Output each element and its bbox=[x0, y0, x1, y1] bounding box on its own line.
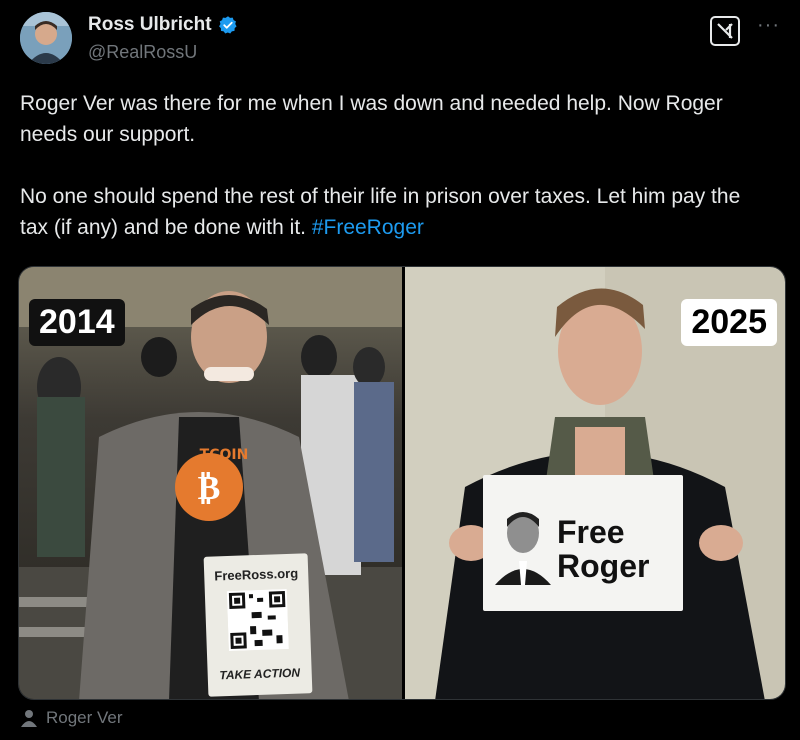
sign-site-text: FreeRoss.org bbox=[214, 565, 299, 584]
year-badge-2025: 2025 bbox=[681, 299, 777, 346]
freeross-sign: FreeRoss.org TAKE ACTION bbox=[203, 553, 313, 697]
photo-2025[interactable]: 2025 Free Roger bbox=[405, 267, 785, 699]
verified-badge-icon bbox=[218, 16, 237, 34]
more-icon[interactable]: ··· bbox=[757, 14, 780, 37]
grok-icon[interactable] bbox=[710, 16, 740, 46]
sign-action-text: TAKE ACTION bbox=[219, 665, 301, 683]
qr-code-icon bbox=[226, 588, 289, 652]
person-icon bbox=[21, 710, 37, 727]
tweet-media[interactable]: ₿ TCOIN 2014 FreeRoss.org TAKE ACTION 20… bbox=[18, 266, 786, 700]
tweet-body: Roger Ver was there for me when I was do… bbox=[20, 88, 770, 243]
hashtag-link[interactable]: #FreeRoger bbox=[312, 216, 424, 239]
roger-portrait-icon bbox=[495, 512, 551, 585]
svg-text:₿: ₿ bbox=[198, 468, 221, 508]
sign-free-roger-text: Free Roger bbox=[557, 514, 650, 584]
shirt-text: TCOIN bbox=[200, 447, 249, 463]
free-roger-sign: Free Roger bbox=[483, 475, 683, 611]
tweet-paragraph-1: Roger Ver was there for me when I was do… bbox=[20, 92, 723, 146]
author-avatar[interactable] bbox=[20, 12, 72, 64]
year-badge-2014: 2014 bbox=[29, 299, 125, 346]
media-tag[interactable]: Roger Ver bbox=[20, 708, 123, 728]
tweet-header: Ross Ulbricht @RealRossU ··· bbox=[20, 12, 780, 68]
author-display-name[interactable]: Ross Ulbricht bbox=[88, 14, 212, 36]
tagged-user[interactable]: Roger Ver bbox=[46, 708, 123, 728]
author-handle[interactable]: @RealRossU bbox=[88, 42, 197, 63]
photo-2014[interactable]: ₿ TCOIN 2014 FreeRoss.org TAKE ACTION bbox=[19, 267, 402, 699]
